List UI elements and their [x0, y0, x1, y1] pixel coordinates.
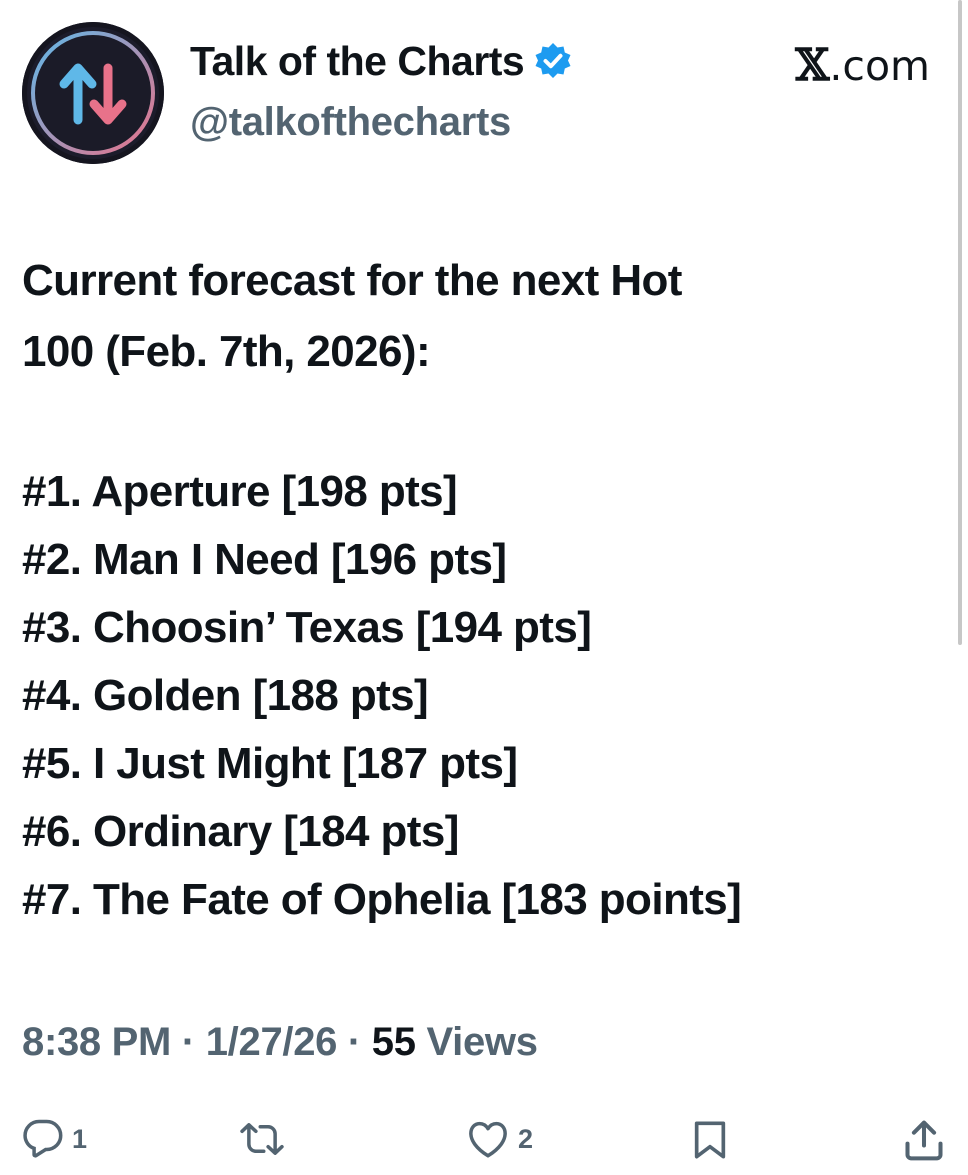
repost-icon	[240, 1123, 284, 1155]
share-icon	[905, 1120, 943, 1161]
views-count: 55	[371, 1020, 416, 1064]
repost-button[interactable]	[240, 1118, 292, 1160]
ranking-item: #6. Ordinary [184 pts]	[22, 807, 459, 856]
ranking-item: #5. I Just Might [187 pts]	[22, 739, 518, 788]
meta-separator: ·	[171, 1020, 206, 1064]
tweet-date[interactable]: 1/27/26	[206, 1020, 338, 1064]
up-down-arrows-icon	[31, 31, 155, 155]
display-name-text: Talk of the Charts	[190, 38, 525, 84]
display-name[interactable]: Talk of the Charts	[190, 38, 574, 85]
reply-count: 1	[72, 1123, 88, 1154]
ranking-item: #4. Golden [188 pts]	[22, 671, 429, 720]
reply-button[interactable]: 1	[22, 1118, 87, 1160]
tweet-text: Current forecast for the next Hot 100 (F…	[22, 245, 922, 934]
views-label: Views	[415, 1020, 538, 1064]
ranking-item: #7. The Fate of Ophelia [183 points]	[22, 875, 742, 924]
bookmark-icon	[694, 1121, 726, 1159]
ranking-list: #1. Aperture [198 pts] #2. Man I Need [1…	[22, 458, 922, 934]
x-brand-logo: 𝕏.com	[795, 40, 930, 91]
meta-separator: ·	[337, 1020, 372, 1064]
like-count: 2	[518, 1123, 534, 1154]
action-bar: 1 2	[0, 1118, 968, 1166]
reply-icon	[23, 1119, 63, 1158]
x-logo-glyph: 𝕏	[795, 40, 830, 91]
tweet-time[interactable]: 8:38 PM	[22, 1020, 171, 1064]
brand-domain: .com	[829, 42, 930, 90]
verified-badge-icon	[532, 41, 574, 83]
share-button[interactable]	[902, 1118, 946, 1162]
user-handle[interactable]: @talkofthecharts	[190, 100, 511, 145]
scrollbar[interactable]	[958, 0, 962, 645]
ranking-item: #2. Man I Need [196 pts]	[22, 535, 507, 584]
heart-icon	[469, 1121, 507, 1158]
tweet-line-1: Current forecast for the next Hot	[22, 256, 682, 305]
bookmark-button[interactable]	[690, 1118, 730, 1162]
tweet-line-2: 100 (Feb. 7th, 2026):	[22, 327, 431, 376]
tweet-meta: 8:38 PM · 1/27/26 · 55 Views	[22, 1020, 538, 1065]
avatar[interactable]	[22, 22, 164, 164]
ranking-item: #1. Aperture [198 pts]	[22, 467, 458, 516]
ranking-item: #3. Choosin’ Texas [194 pts]	[22, 603, 592, 652]
like-button[interactable]: 2	[466, 1118, 533, 1160]
